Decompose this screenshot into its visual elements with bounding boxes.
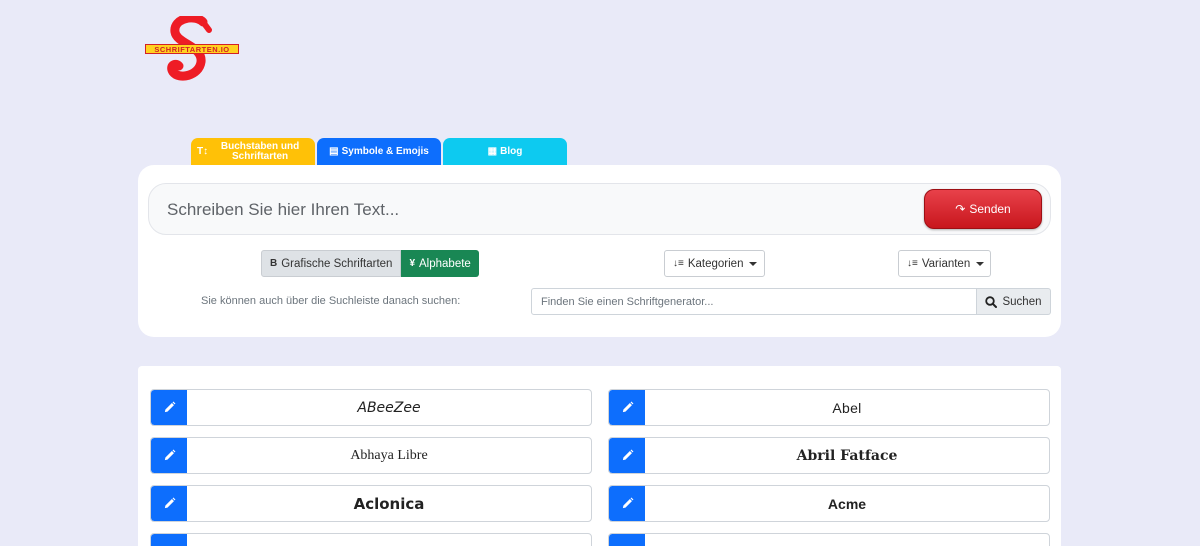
search-hint: Sie können auch über die Suchleiste dana…: [201, 295, 461, 307]
tab-blog[interactable]: ▦ Blog: [443, 138, 567, 166]
mode-toggle: B Grafische Schriftarten ¥ Alphabete: [261, 250, 479, 277]
font-list: ABeeZee Abel Abhaya Libre Abril Fatface …: [138, 366, 1061, 546]
font-name: Abril Fatface: [796, 447, 898, 464]
font-item-abril-fatface[interactable]: Abril Fatface: [608, 437, 1050, 474]
sort-icon: ↓≡: [673, 258, 684, 269]
edit-button[interactable]: [151, 390, 187, 425]
bold-icon: B: [270, 258, 278, 269]
search-input-placeholder: Finden Sie einen Schriftgenerator...: [541, 295, 714, 308]
font-name: [187, 534, 591, 546]
tab-letters-fonts[interactable]: T↕ Buchstaben und Schriftarten: [191, 138, 315, 166]
sticky-note-icon: ▤: [329, 146, 339, 157]
categories-label: Kategorien: [687, 257, 744, 270]
edit-button[interactable]: [609, 534, 645, 546]
font-name: Abhaya Libre: [350, 447, 428, 463]
generator-card: Schreiben Sie hier Ihren Text... ↷ Sende…: [138, 165, 1061, 337]
chevron-down-icon: [749, 261, 758, 266]
categories-dropdown[interactable]: ↓≡ Kategorien: [664, 250, 765, 277]
logo-wordmark: SCHRIFTARTEN.IO: [145, 44, 239, 54]
alphabets-label: Alphabete: [419, 257, 471, 270]
pencil-icon: [622, 401, 633, 413]
yen-icon: ¥: [409, 258, 416, 269]
font-item-partial[interactable]: [150, 533, 592, 546]
font-item-abhaya-libre[interactable]: Abhaya Libre: [150, 437, 592, 474]
search-input[interactable]: Finden Sie einen Schriftgenerator...: [531, 288, 977, 315]
search-button[interactable]: Suchen: [977, 288, 1051, 315]
edit-button[interactable]: [151, 534, 187, 546]
edit-button[interactable]: [609, 438, 645, 473]
font-item-aclonica[interactable]: Aclonica: [150, 485, 592, 522]
font-item-abel[interactable]: Abel: [608, 389, 1050, 426]
chevron-down-icon: [976, 261, 985, 266]
text-input[interactable]: Schreiben Sie hier Ihren Text... ↷ Sende…: [148, 183, 1051, 235]
pencil-icon: [622, 497, 633, 509]
font-name: Aclonica: [353, 494, 425, 513]
send-button[interactable]: ↷ Senden: [924, 189, 1042, 229]
tab-letters-fonts-label: Buchstaben und Schriftarten: [220, 141, 300, 162]
font-name: ABeeZee: [357, 399, 421, 416]
text-height-icon: T↕: [197, 146, 209, 157]
search-button-label: Suchen: [1002, 295, 1042, 308]
font-name: Abel: [832, 399, 862, 416]
edit-button[interactable]: [151, 438, 187, 473]
tab-blog-label: Blog: [500, 146, 523, 157]
share-arrow-icon: ↷: [955, 202, 966, 216]
edit-button[interactable]: [151, 486, 187, 521]
search-icon: [985, 295, 998, 308]
font-item-acme[interactable]: Acme: [608, 485, 1050, 522]
main-nav-tabs: T↕ Buchstaben und Schriftarten ▤ Symbole…: [191, 138, 567, 166]
pencil-icon: [164, 449, 175, 461]
variants-label: Varianten: [921, 257, 971, 270]
alphabets-button[interactable]: ¥ Alphabete: [401, 250, 479, 277]
graphic-fonts-label: Grafische Schriftarten: [281, 257, 393, 270]
tab-symbols-emojis[interactable]: ▤ Symbole & Emojis: [317, 138, 441, 166]
send-button-label: Senden: [969, 202, 1011, 216]
text-input-placeholder: Schreiben Sie hier Ihren Text...: [167, 200, 400, 219]
pencil-icon: [164, 401, 175, 413]
variants-dropdown[interactable]: ↓≡ Varianten: [898, 250, 991, 277]
font-item-abeezee[interactable]: ABeeZee: [150, 389, 592, 426]
font-name: [645, 534, 1049, 546]
pencil-icon: [622, 449, 633, 461]
edit-button[interactable]: [609, 486, 645, 521]
sort-icon: ↓≡: [907, 258, 918, 269]
search-bar: Finden Sie einen Schriftgenerator... Suc…: [531, 288, 1051, 315]
pencil-icon: [164, 497, 175, 509]
site-logo[interactable]: SCHRIFTARTEN.IO: [143, 16, 243, 84]
edit-button[interactable]: [609, 390, 645, 425]
font-item-partial[interactable]: [608, 533, 1050, 546]
tab-symbols-emojis-label: Symbole & Emojis: [341, 146, 429, 157]
newspaper-icon: ▦: [487, 146, 498, 157]
font-name: Acme: [827, 495, 867, 512]
graphic-fonts-button[interactable]: B Grafische Schriftarten: [261, 250, 402, 277]
